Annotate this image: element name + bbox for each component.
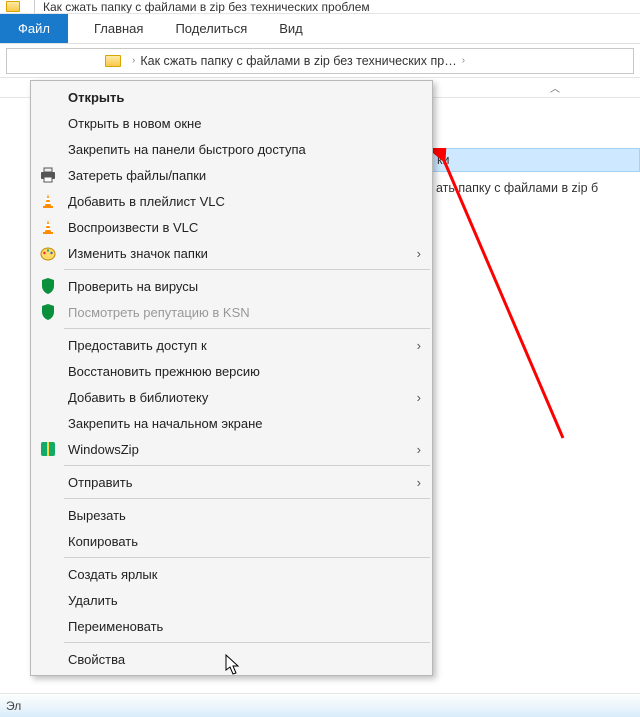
cm-label: Открыть в новом окне: [68, 116, 421, 131]
address-bar-row: › Как сжать папку с файлами в zip без те…: [0, 44, 640, 78]
cm-pin-quick-access[interactable]: Закрепить на панели быстрого доступа: [32, 136, 431, 162]
context-menu-sep: [64, 269, 430, 270]
tab-share[interactable]: Поделиться: [159, 14, 263, 43]
vlc-icon: [36, 191, 60, 211]
context-menu-sep: [64, 557, 430, 558]
cm-copy[interactable]: Копировать: [32, 528, 431, 554]
cm-wipe[interactable]: Затереть файлы/папки: [32, 162, 431, 188]
context-menu-sep: [64, 465, 430, 466]
cm-restore-prev[interactable]: Восстановить прежнюю версию: [32, 358, 431, 384]
window-title: Как сжать папку с файлами в zip без техн…: [43, 0, 370, 14]
cm-cut[interactable]: Вырезать: [32, 502, 431, 528]
cm-label: Открыть: [68, 90, 421, 105]
cm-vlc-add[interactable]: Добавить в плейлист VLC: [32, 188, 431, 214]
cm-delete[interactable]: Удалить: [32, 587, 431, 613]
cm-label: Посмотреть репутацию в KSN: [68, 305, 421, 320]
cm-label: Затереть файлы/папки: [68, 168, 421, 183]
file-tab[interactable]: Файл: [0, 14, 68, 43]
titlebar: Как сжать папку с файлами в zip без техн…: [0, 0, 640, 14]
cm-label: Проверить на вирусы: [68, 279, 421, 294]
cm-label: Добавить в плейлист VLC: [68, 194, 421, 209]
cm-label: Предоставить доступ к: [68, 338, 409, 353]
status-bar: Эл: [0, 693, 640, 717]
address-bar[interactable]: › Как сжать папку с файлами в zip без те…: [6, 48, 634, 74]
chevron-right-icon: ›: [409, 442, 421, 457]
cm-label: Копировать: [68, 534, 421, 549]
chevron-right-icon: ›: [409, 338, 421, 353]
vlc-icon: [36, 217, 60, 237]
cm-rename[interactable]: Переименовать: [32, 613, 431, 639]
addrbar-crumb[interactable]: Как сжать папку с файлами в zip без техн…: [140, 54, 456, 68]
ribbon-tabs: Файл Главная Поделиться Вид: [0, 14, 640, 44]
cm-label: Изменить значок папки: [68, 246, 409, 261]
cm-label: Закрепить на панели быстрого доступа: [68, 142, 421, 157]
list-row-text: ать папку с файлами в zip б: [436, 181, 598, 195]
chevron-right-icon: ›: [409, 475, 421, 490]
file-list-row[interactable]: ать папку с файлами в zip б: [430, 178, 640, 198]
cm-open[interactable]: Открыть: [32, 84, 431, 110]
shield-icon: [36, 302, 60, 322]
cm-av-scan[interactable]: Проверить на вирусы: [32, 273, 431, 299]
window-folder-icon: [6, 1, 20, 12]
winzip-icon: [36, 439, 60, 459]
shield-icon: [36, 276, 60, 296]
chevron-right-icon: ›: [409, 246, 421, 261]
tab-home[interactable]: Главная: [78, 14, 159, 43]
chevron-up-icon[interactable]: ︿: [550, 80, 560, 95]
status-text: Эл: [6, 699, 21, 713]
cm-create-shortcut[interactable]: Создать ярлык: [32, 561, 431, 587]
cm-share-access[interactable]: Предоставить доступ к›: [32, 332, 431, 358]
context-menu-sep: [64, 642, 430, 643]
cm-label: Создать ярлык: [68, 567, 421, 582]
cm-label: Закрепить на начальном экране: [68, 416, 421, 431]
cm-ksn[interactable]: Посмотреть репутацию в KSN: [32, 299, 431, 325]
cm-open-new-window[interactable]: Открыть в новом окне: [32, 110, 431, 136]
cm-send-to[interactable]: Отправить›: [32, 469, 431, 495]
addrbar-folder-icon: [105, 55, 121, 67]
context-menu: Открыть Открыть в новом окне Закрепить н…: [30, 80, 433, 676]
cm-label: Добавить в библиотеку: [68, 390, 409, 405]
file-list-header[interactable]: ки: [430, 148, 640, 172]
cm-pin-start[interactable]: Закрепить на начальном экране: [32, 410, 431, 436]
cm-label: Удалить: [68, 593, 421, 608]
cm-vlc-play[interactable]: Воспроизвести в VLC: [32, 214, 431, 240]
palette-icon: [36, 243, 60, 263]
context-menu-sep: [64, 328, 430, 329]
cm-windowszip[interactable]: WindowsZip ›: [32, 436, 431, 462]
cm-properties[interactable]: Свойства: [32, 646, 431, 672]
context-menu-sep: [64, 498, 430, 499]
cm-add-library[interactable]: Добавить в библиотеку›: [32, 384, 431, 410]
crumb-sep-icon: ›: [132, 55, 135, 66]
cm-label: Восстановить прежнюю версию: [68, 364, 421, 379]
cm-label: Воспроизвести в VLC: [68, 220, 421, 235]
cm-label: Вырезать: [68, 508, 421, 523]
cm-label: Переименовать: [68, 619, 421, 634]
list-header-text: ки: [437, 153, 449, 167]
chevron-right-icon: ›: [409, 390, 421, 405]
printer-icon: [36, 165, 60, 185]
crumb-sep-icon: ›: [462, 55, 465, 66]
tab-view[interactable]: Вид: [263, 14, 319, 43]
cm-label: Свойства: [68, 652, 421, 667]
cm-change-icon[interactable]: Изменить значок папки ›: [32, 240, 431, 266]
cm-label: Отправить: [68, 475, 409, 490]
cm-label: WindowsZip: [68, 442, 409, 457]
titlebar-sep: [34, 0, 35, 14]
